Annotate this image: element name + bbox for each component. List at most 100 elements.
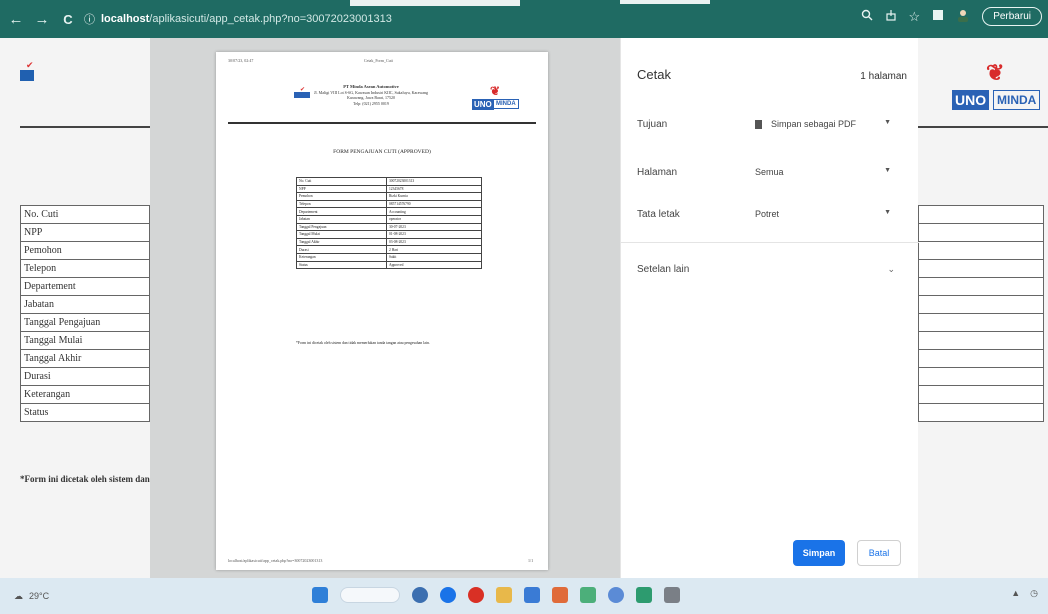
company-info: PT Minda Asean Automotive Jl. Maligi VII… — [311, 84, 431, 106]
chevron-down-icon: ▼ — [884, 167, 891, 174]
mail-icon[interactable] — [524, 587, 540, 603]
edge-icon[interactable] — [440, 587, 456, 603]
table-row: Keterangan — [20, 385, 150, 404]
windows-taskbar: ☁ 29°C ▲ ◷ — [0, 578, 1048, 614]
weather-temp: 29°C — [29, 591, 50, 601]
taskbar-search-input[interactable] — [340, 587, 400, 603]
table-row: Departement Accounting — [296, 207, 482, 216]
table-row: Pemohon Rizki Kurnia — [296, 192, 482, 201]
table-row: NPP 12345678 — [296, 184, 482, 194]
table-row: Status Approved — [296, 260, 482, 270]
sheet-header-title: Cetak_Form_Cuti — [364, 58, 393, 63]
clock-icon[interactable]: ◷ — [1030, 588, 1038, 599]
layout-label: Tata letak — [637, 208, 680, 220]
document-icon — [755, 119, 762, 129]
layout-value: Potret — [755, 209, 780, 219]
forward-icon[interactable]: → — [32, 9, 52, 29]
reload-icon[interactable]: C — [58, 9, 78, 29]
task-view-icon[interactable] — [412, 587, 428, 603]
system-tray[interactable]: ▲ ◷ — [1011, 588, 1038, 599]
row-label: Departement — [20, 277, 150, 296]
back-icon[interactable]: ← — [6, 9, 26, 29]
settings-icon[interactable] — [664, 587, 680, 603]
row-label: Status — [20, 403, 150, 422]
background-form-table-right — [918, 205, 1044, 422]
chevron-down-icon: ▼ — [884, 209, 891, 216]
weather-icon: ☁ — [14, 590, 23, 601]
logo-minda: MINDA — [993, 90, 1041, 110]
code-editor-icon[interactable] — [636, 587, 652, 603]
update-button[interactable]: Perbarui — [982, 7, 1042, 26]
network-icon[interactable]: ▲ — [1011, 588, 1020, 599]
table-row: Jabatan operator — [296, 214, 482, 224]
table-row — [918, 259, 1044, 278]
cancel-button[interactable]: Batal — [857, 540, 901, 566]
pages-select[interactable]: Semua ▼ — [747, 159, 899, 185]
destination-label: Tujuan — [637, 118, 668, 130]
sheet-footer-url: localhost/aplikasicuti/app_cetak.php?no=… — [228, 558, 323, 563]
table-row — [918, 349, 1044, 368]
sheet-footer-page: 1/1 — [528, 558, 534, 563]
print-settings-panel: Cetak 1 halaman Tujuan Simpan sebagai PD… — [620, 38, 919, 578]
table-row — [918, 205, 1044, 224]
table-row: No. Cuti — [20, 205, 150, 224]
pages-row: Halaman Semua ▼ — [637, 158, 909, 186]
table-row: Status — [20, 403, 150, 422]
table-row: Tanggal Pengajuan 30-07-2023 — [296, 222, 482, 232]
row-label: Pemohon — [20, 241, 150, 260]
row-label: Telepon — [20, 259, 150, 278]
toolbar-actions: ☆ Perbarui — [861, 7, 1042, 26]
search-icon[interactable] — [861, 9, 873, 24]
print-header: Cetak 1 halaman — [637, 67, 907, 82]
chrome-icon[interactable] — [468, 587, 484, 603]
table-row: Tanggal Mulai — [20, 331, 150, 350]
save-button[interactable]: Simpan — [793, 540, 845, 566]
leave-form-table: No. Cuti 30072023001313 NPP 12345678 Pemoh… — [296, 177, 482, 270]
table-row — [918, 367, 1044, 386]
table-row: Pemohon — [20, 241, 150, 260]
browser-app-icon[interactable] — [608, 587, 624, 603]
pages-value: Semua — [755, 167, 784, 177]
more-settings-toggle[interactable]: Setelan lain ⌄ — [637, 264, 895, 275]
table-row: No. Cuti 30072023001313 — [296, 177, 482, 186]
destination-value: Simpan sebagai PDF — [771, 119, 857, 129]
table-row: NPP — [20, 223, 150, 242]
destination-select[interactable]: Simpan sebagai PDF ▼ — [747, 111, 899, 137]
store-icon[interactable] — [552, 587, 568, 603]
layout-select[interactable]: Potret ▼ — [747, 201, 899, 227]
logo-box — [20, 70, 34, 81]
file-explorer-icon[interactable] — [496, 587, 512, 603]
address-bar[interactable]: ⓘ localhost /aplikasicuti/app_cetak.php?… — [84, 11, 392, 27]
chevron-down-icon: ▼ — [884, 119, 891, 126]
site-info-icon[interactable]: ⓘ — [84, 11, 95, 27]
more-settings-label: Setelan lain — [637, 264, 690, 275]
table-row — [918, 403, 1044, 422]
background-note: *Form ini dicetak oleh sistem dan — [20, 474, 150, 484]
page-count: 1 halaman — [860, 71, 907, 82]
table-row: Tanggal Akhir 03-08-2023 — [296, 237, 482, 247]
app-icon[interactable] — [580, 587, 596, 603]
table-row: Durasi 2 Hari — [296, 245, 482, 254]
url-path: /aplikasicuti/app_cetak.php?no=300720230… — [149, 13, 392, 25]
destination-row: Tujuan Simpan sebagai PDF ▼ — [637, 110, 909, 138]
page-logo-small: ✔ — [20, 60, 70, 84]
logo-swoosh-icon: ❦ — [986, 60, 1005, 85]
page-divider-right — [918, 126, 1048, 128]
profile-avatar-icon[interactable] — [956, 8, 970, 25]
row-label: Durasi — [20, 367, 150, 386]
table-row: Departement — [20, 277, 150, 296]
url-host: localhost — [101, 13, 150, 25]
weather-widget[interactable]: ☁ 29°C — [14, 591, 49, 602]
tab-window-icon[interactable] — [932, 9, 944, 24]
page-logo-large: ❦ UNO MINDA — [952, 62, 1046, 116]
form-title: FORM PENGAJUAN CUTI (APPROVED) — [333, 149, 431, 155]
logo-swoosh-icon: ❦ — [490, 84, 501, 98]
pages-label: Halaman — [637, 166, 678, 178]
bookmark-star-icon[interactable]: ☆ — [909, 9, 921, 25]
share-icon[interactable] — [885, 9, 897, 24]
print-preview-area: 30/07/23, 02:47 Cetak_Form_Cuti ✔ PT Min… — [150, 38, 620, 578]
start-icon[interactable] — [312, 587, 328, 603]
sheet-logo-large: ❦ UNO MINDA — [472, 84, 519, 114]
chevron-down-icon: ⌄ — [887, 264, 895, 274]
table-row — [918, 223, 1044, 242]
